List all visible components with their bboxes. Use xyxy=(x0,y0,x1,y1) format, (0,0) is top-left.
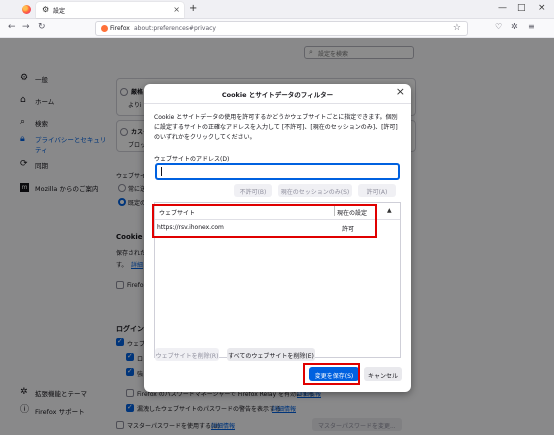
sort-up-icon[interactable]: ▲ xyxy=(387,207,392,214)
forward-icon[interactable]: → xyxy=(22,22,30,32)
maximize-icon[interactable]: □ xyxy=(517,3,526,13)
new-tab-icon[interactable]: + xyxy=(189,3,197,14)
session-only-button[interactable]: 現在のセッションのみ(S) xyxy=(278,184,352,197)
website-address-input[interactable] xyxy=(155,163,400,180)
allow-button[interactable]: 許可(A) xyxy=(358,184,396,197)
navigation-bar: ← → ↻ Firefox about:preferences#privacy … xyxy=(0,19,554,38)
tab-title: 設定 xyxy=(53,8,66,15)
highlight-box-table xyxy=(152,204,377,238)
dialog-divider xyxy=(144,103,411,104)
cancel-button[interactable]: キャンセル xyxy=(364,367,402,381)
block-button[interactable]: 不許可(B) xyxy=(234,184,272,197)
back-icon[interactable]: ← xyxy=(8,22,16,32)
menu-icon[interactable]: ≡ xyxy=(528,22,535,31)
window-close-icon[interactable]: × xyxy=(538,3,546,13)
firefox-logo-icon xyxy=(22,5,31,14)
tab-settings[interactable]: ⚙ 設定 × xyxy=(36,2,184,18)
close-tab-icon[interactable]: × xyxy=(173,5,180,14)
url-brand: Firefox xyxy=(110,25,130,32)
extensions-icon[interactable]: ✲ xyxy=(511,22,518,31)
reload-icon[interactable]: ↻ xyxy=(38,22,46,32)
highlight-box-save xyxy=(303,363,360,385)
url-bar[interactable]: Firefox about:preferences#privacy ☆ xyxy=(95,21,468,36)
url-text: about:preferences#privacy xyxy=(134,25,216,32)
minimize-icon[interactable]: — xyxy=(498,3,507,13)
text-caret xyxy=(161,167,162,176)
remove-website-button[interactable]: ウェブサイトを削除(R) xyxy=(155,348,219,361)
pocket-icon[interactable]: ♡ xyxy=(495,22,502,31)
dialog-title: Cookie とサイトデータのフィルター xyxy=(221,91,334,99)
firefox-identity-icon xyxy=(101,25,108,32)
cookie-exceptions-dialog: Cookie とサイトデータのフィルター × Cookie とサイトデータの使用… xyxy=(144,84,411,392)
bookmark-star-icon[interactable]: ☆ xyxy=(453,23,461,33)
dialog-close-icon[interactable]: × xyxy=(396,85,405,98)
tab-strip: ⚙ 設定 × + — □ × xyxy=(0,0,554,19)
dialog-description: Cookie とサイトデータの使用を許可するかどうかウェブサイトごとに指定できま… xyxy=(154,114,398,141)
gear-icon: ⚙ xyxy=(42,5,50,14)
remove-all-websites-button[interactable]: すべてのウェブサイトを削除(E) xyxy=(227,348,315,361)
address-label: ウェブサイトのアドレス(D) xyxy=(154,156,230,163)
